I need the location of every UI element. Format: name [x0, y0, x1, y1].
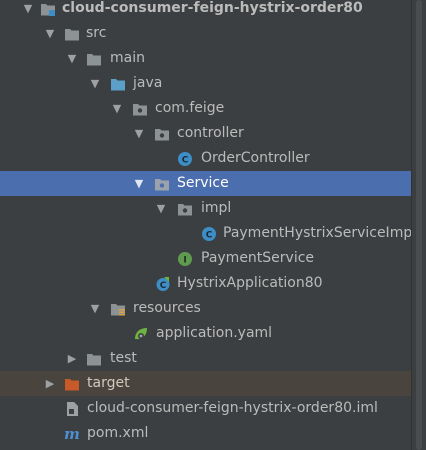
svg-text:C: C: [182, 156, 189, 166]
tree-label-src: src: [86, 25, 107, 41]
svg-text:m: m: [64, 426, 80, 442]
tree-label-com-feige: com.feige: [155, 100, 225, 116]
tree-row-main[interactable]: ▼ main: [0, 46, 426, 71]
tree-label-resources: resources: [133, 300, 201, 316]
tree-row-pom-xml[interactable]: m pom.xml: [0, 421, 426, 446]
tree-label-impl: impl: [201, 200, 232, 216]
tree-label-test: test: [110, 350, 137, 366]
tree-row-hystrix-application[interactable]: C HystrixApplication80: [0, 271, 426, 296]
tree-row-order-controller[interactable]: C OrderController: [0, 146, 426, 171]
tree-label-payment-hystrix-service-impl: PaymentHystrixServiceImp: [223, 225, 413, 241]
chevron-down-icon[interactable]: ▼: [20, 0, 36, 21]
tree-label-java: java: [133, 75, 163, 91]
class-icon: C: [201, 226, 217, 242]
chevron-down-icon[interactable]: ▼: [109, 96, 125, 121]
package-icon: [154, 126, 170, 142]
iml-file-icon: [64, 401, 80, 417]
tree-label-application-yaml: application.yaml: [156, 325, 273, 341]
tree-row-controller[interactable]: ▼ controller: [0, 121, 426, 146]
tree-label-iml-file: cloud-consumer-feign-hystrix-order80.iml: [87, 400, 378, 416]
svg-text:C: C: [160, 281, 167, 291]
tree-label-main: main: [110, 50, 145, 66]
chevron-down-icon[interactable]: ▼: [87, 296, 103, 321]
chevron-down-icon[interactable]: ▼: [42, 21, 58, 46]
package-icon: [177, 201, 193, 217]
scrollbar-thumb[interactable]: [416, 0, 422, 450]
tree-row-payment-hystrix-service-impl[interactable]: C PaymentHystrixServiceImp: [0, 221, 426, 246]
tree-label-pom-xml: pom.xml: [87, 425, 149, 441]
chevron-down-icon[interactable]: ▼: [131, 121, 147, 146]
excluded-folder-icon: [64, 376, 80, 392]
svg-text:C: C: [206, 231, 213, 241]
spring-boot-class-icon: C: [155, 276, 171, 292]
tree-row-test[interactable]: ▶ test: [0, 346, 426, 371]
package-icon: [132, 101, 148, 117]
tree-row-java[interactable]: ▼ java: [0, 71, 426, 96]
tree-label-hystrix-application: HystrixApplication80: [177, 275, 323, 291]
maven-icon: m: [64, 426, 80, 442]
svg-text:I: I: [183, 256, 186, 266]
tree-row-payment-service[interactable]: I PaymentService: [0, 246, 426, 271]
package-icon: [154, 176, 170, 192]
folder-icon: [86, 351, 102, 367]
chevron-right-icon[interactable]: ▶: [64, 346, 80, 371]
vertical-scrollbar[interactable]: [411, 0, 426, 450]
tree-row-src[interactable]: ▼ src: [0, 21, 426, 46]
tree-label-order-controller: OrderController: [201, 150, 310, 166]
tree-label-target: target: [87, 375, 130, 391]
folder-icon: [64, 26, 80, 42]
module-folder-icon: [40, 1, 56, 17]
spring-config-icon: [133, 326, 149, 342]
chevron-right-icon[interactable]: ▶: [42, 371, 58, 396]
source-root-icon: [110, 76, 126, 92]
interface-icon: I: [177, 251, 193, 267]
tree-row-iml-file[interactable]: cloud-consumer-feign-hystrix-order80.iml: [0, 396, 426, 421]
tree-row-resources[interactable]: ▼ resources: [0, 296, 426, 321]
folder-icon: [86, 51, 102, 67]
chevron-down-icon[interactable]: ▼: [64, 46, 80, 71]
tree-label-payment-service: PaymentService: [201, 250, 315, 266]
tree-row-service[interactable]: ▼ Service: [0, 171, 426, 196]
tree-label-service: Service: [177, 175, 229, 191]
tree-row-root-module[interactable]: ▼ cloud-consumer-feign-hystrix-order80: [0, 0, 426, 21]
tree-label-controller: controller: [177, 125, 244, 141]
chevron-down-icon[interactable]: ▼: [153, 196, 169, 221]
tree-label-root: cloud-consumer-feign-hystrix-order80: [62, 0, 363, 16]
tree-row-target[interactable]: ▶ target: [0, 371, 426, 396]
tree-row-impl[interactable]: ▼ impl: [0, 196, 426, 221]
project-tree: ▼ cloud-consumer-feign-hystrix-order80 ▼…: [0, 0, 426, 450]
tree-row-application-yaml[interactable]: application.yaml: [0, 321, 426, 346]
resources-folder-icon: [110, 301, 126, 317]
chevron-down-icon[interactable]: ▼: [87, 71, 103, 96]
class-icon: C: [177, 151, 193, 167]
chevron-down-icon[interactable]: ▼: [131, 171, 147, 196]
tree-row-com-feige[interactable]: ▼ com.feige: [0, 96, 426, 121]
